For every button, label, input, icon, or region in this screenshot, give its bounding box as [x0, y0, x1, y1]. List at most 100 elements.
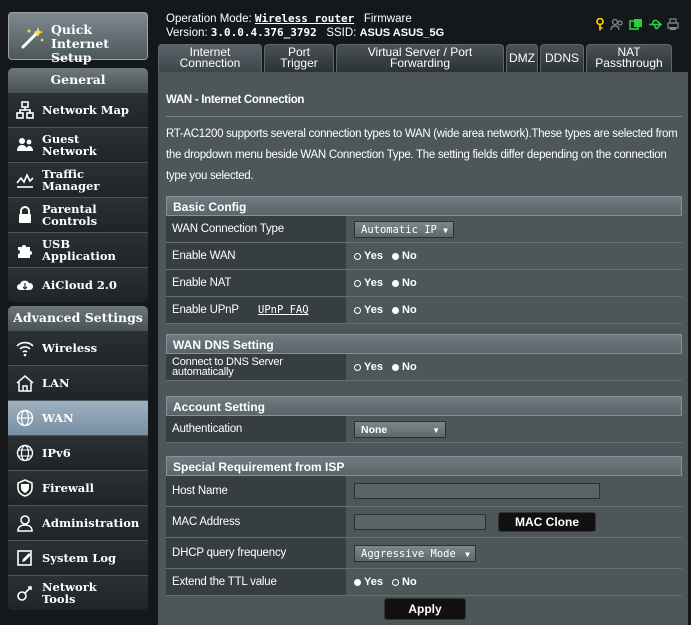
yes-radio[interactable]	[354, 363, 361, 371]
sidebar-item-guest-network[interactable]: Guest Network	[8, 127, 148, 162]
guest-network-icon	[17, 138, 33, 151]
sidebar-item-traffic-manager[interactable]: Traffic Manager	[8, 162, 148, 197]
radio-label: Yes	[364, 361, 383, 373]
select-value: None	[361, 423, 388, 436]
no-radio[interactable]	[392, 363, 400, 371]
sidebar-item-lan[interactable]: LAN	[8, 365, 148, 400]
magic-wand-icon	[21, 27, 44, 49]
sidebar-item-ipv6[interactable]: IPv6	[8, 435, 148, 470]
sidebar-item-wan[interactable]: WAN	[8, 400, 148, 435]
sidebar-item-label: Network Map	[42, 103, 129, 117]
mac-address-row: MAC Address MAC Clone	[166, 507, 682, 538]
tab-label: NAT Passthrough	[595, 45, 663, 70]
sidebar-item-label: Wireless	[42, 341, 98, 355]
connect-dns-row: Connect to DNS Server automatically Yes …	[166, 354, 682, 381]
cloud-icon	[17, 280, 34, 290]
title-divider	[166, 116, 682, 117]
field-label: Host Name	[166, 476, 346, 506]
tab-dmz[interactable]: DMZ	[506, 44, 538, 72]
tab-internet-connection[interactable]: Internet Connection	[158, 44, 262, 72]
field-label: Enable NAT	[166, 270, 346, 296]
apply-button[interactable]: Apply	[384, 598, 466, 620]
sidebar-item-usb-application[interactable]: USB Application	[8, 232, 148, 267]
no-radio[interactable]	[392, 306, 400, 314]
tab-label: Virtual Server / Port Forwarding	[367, 45, 473, 70]
no-radio[interactable]	[392, 279, 400, 287]
tab-port-trigger[interactable]: Port Trigger	[264, 44, 334, 72]
field-label: Enable UPnP	[166, 297, 346, 323]
sidebar-item-wireless[interactable]: Wireless	[8, 330, 148, 365]
general-group: General Network Map Guest Network Traffi…	[8, 68, 148, 302]
section-header: Account Setting	[166, 396, 682, 416]
sidebar-item-label: WAN	[42, 411, 74, 425]
network-map-icon	[16, 101, 34, 119]
sidebar-item-system-log[interactable]: System Log	[8, 540, 148, 575]
globe-ipv6-icon	[16, 444, 34, 462]
sidebar-item-network-tools[interactable]: Network Tools	[8, 575, 148, 610]
yes-radio[interactable]	[354, 252, 361, 260]
upnp-faq-link[interactable]: UPnP FAQ	[258, 297, 309, 323]
op-mode-link[interactable]: Wireless router	[255, 12, 354, 25]
internet-status-icon[interactable]	[629, 18, 643, 31]
no-radio[interactable]	[392, 578, 400, 586]
yes-radio[interactable]	[354, 279, 361, 287]
globe-icon	[16, 409, 34, 427]
version-value[interactable]: 3.0.0.4.376_3792	[211, 26, 317, 39]
field-label: Connect to DNS Server automatically	[166, 354, 346, 380]
enable-wan-row: Enable WAN Yes No	[166, 243, 682, 270]
wan-dns-section: WAN DNS Setting Connect to DNS Server au…	[166, 334, 682, 381]
host-name-input[interactable]	[354, 483, 600, 499]
host-name-row: Host Name	[166, 476, 682, 507]
select-value: Aggressive Mode	[361, 547, 456, 560]
ssid-label: SSID:	[326, 27, 357, 39]
quick-internet-label: Quick Internet Setup	[51, 22, 110, 65]
sidebar-item-aicloud[interactable]: AiCloud 2.0	[8, 267, 148, 302]
sidebar-item-administration[interactable]: Administration	[8, 505, 148, 540]
tools-icon	[17, 586, 32, 601]
sidebar-item-label: System Log	[42, 551, 117, 565]
traffic-manager-icon	[16, 173, 34, 188]
yes-radio[interactable]	[354, 578, 361, 586]
puzzle-icon	[18, 245, 32, 258]
tab-ddns[interactable]: DDNS	[540, 44, 584, 72]
wan-type-select[interactable]: Automatic IP ▼	[354, 220, 454, 238]
no-radio[interactable]	[392, 252, 400, 260]
sidebar-item-firewall[interactable]: Firewall	[8, 470, 148, 505]
sidebar-item-network-map[interactable]: Network Map	[8, 92, 148, 127]
field-label: DHCP query frequency	[166, 538, 346, 568]
printer-icon[interactable]	[667, 18, 679, 31]
sidebar-item-label: AiCloud 2.0	[42, 278, 117, 292]
advanced-header: Advanced Settings	[8, 306, 148, 330]
mac-clone-button[interactable]: MAC Clone	[498, 512, 596, 532]
general-header: General	[8, 68, 148, 92]
quick-internet-setup-button[interactable]: Quick Internet Setup	[8, 12, 148, 65]
tab-virtual-server[interactable]: Virtual Server / Port Forwarding	[336, 44, 504, 72]
yes-radio[interactable]	[354, 306, 361, 314]
chevron-down-icon: ▼	[465, 549, 470, 559]
radio-label: No	[402, 250, 417, 262]
status-icons	[595, 18, 679, 31]
main-panel: WAN - Internet Connection RT-AC1200 supp…	[158, 72, 688, 625]
field-label: Extend the TTL value	[166, 569, 346, 595]
tab-label: Port Trigger	[280, 45, 318, 70]
radio-label: No	[402, 361, 417, 373]
radio-label: No	[402, 304, 417, 316]
auth-select[interactable]: None ▼	[354, 420, 446, 438]
router-admin-frame: Quick Internet Setup General Network Map…	[0, 0, 691, 625]
tab-nat-passthrough[interactable]: NAT Passthrough	[586, 44, 672, 72]
usb-icon[interactable]	[648, 18, 662, 31]
dhcp-frequency-select[interactable]: Aggressive Mode ▼	[354, 544, 476, 562]
tab-label: Internet Connection	[179, 45, 241, 70]
wps-key-icon[interactable]	[595, 18, 605, 31]
mac-address-input[interactable]	[354, 514, 486, 530]
advanced-group: Advanced Settings Wireless LAN WAN IPv6 …	[8, 306, 148, 610]
select-value: Automatic IP	[361, 223, 437, 236]
dhcp-frequency-row: DHCP query frequency Aggressive Mode ▼	[166, 538, 682, 569]
version-label: Version:	[166, 27, 208, 39]
op-mode-label: Operation Mode:	[166, 13, 252, 25]
clients-icon[interactable]	[610, 18, 624, 31]
enable-upnp-row: Enable UPnP UPnP FAQ Yes No	[166, 297, 682, 324]
sidebar-item-parental-controls[interactable]: Parental Controls	[8, 197, 148, 232]
wifi-icon	[16, 341, 34, 357]
radio-label: Yes	[364, 304, 383, 316]
